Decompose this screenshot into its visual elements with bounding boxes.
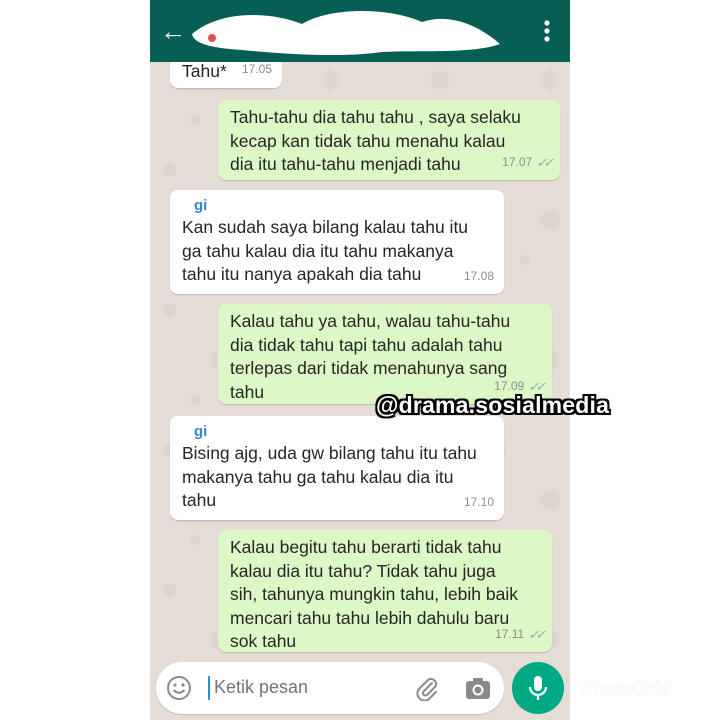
emoji-icon[interactable]: [166, 675, 192, 701]
message-time: 17.08: [463, 268, 494, 283]
mic-icon: [528, 676, 548, 700]
message-composer: [156, 662, 504, 714]
message-time: 17.07: [502, 154, 533, 169]
watermark-handle: @drama.sosialmedia: [376, 392, 610, 418]
message-time: 17.11: [495, 626, 525, 641]
chat-header: ←: [150, 0, 570, 62]
message-text: Bising ajg, uda gw bilang tahu itu tahu …: [182, 443, 477, 510]
camera-icon[interactable]: [464, 675, 492, 701]
message-bubble-outgoing[interactable]: Kalau begitu tahu berarti tidak tahu kal…: [218, 530, 552, 652]
chat-screen: ← Tahu* 17.05 Tahu-tahu dia tahu tahu , …: [150, 0, 570, 720]
message-bubble-outgoing[interactable]: Kalau tahu ya tahu, walau tahu-tahu dia …: [218, 304, 552, 404]
message-time: 17.10: [463, 494, 494, 509]
message-bubble-incoming[interactable]: gi Bising ajg, uda gw bilang tahu itu ta…: [170, 416, 504, 520]
message-bubble-incoming[interactable]: gi Kan sudah saya bilang kalau tahu itu …: [170, 190, 504, 294]
mic-button[interactable]: [512, 662, 564, 714]
text-caret: [208, 676, 210, 700]
sender-name: gi: [194, 423, 208, 440]
screenshot-canvas: ← Tahu* 17.05 Tahu-tahu dia tahu tahu , …: [0, 0, 720, 720]
sender-name: gi: [194, 197, 208, 214]
double-check-icon: ✓✓: [528, 626, 546, 642]
paperclip-icon[interactable]: [414, 675, 440, 701]
redacted-contact-scribble: [192, 11, 500, 56]
photogrid-watermark: PhotoGrid: [582, 678, 670, 698]
message-text: Kan sudah saya bilang kalau tahu itu ga …: [182, 217, 469, 284]
message-input[interactable]: [214, 677, 394, 698]
message-bubble-outgoing[interactable]: Tahu-tahu dia tahu tahu , saya selaku ke…: [218, 100, 560, 180]
more-vert-icon[interactable]: [532, 16, 562, 46]
double-check-icon: ✓✓: [536, 154, 554, 170]
